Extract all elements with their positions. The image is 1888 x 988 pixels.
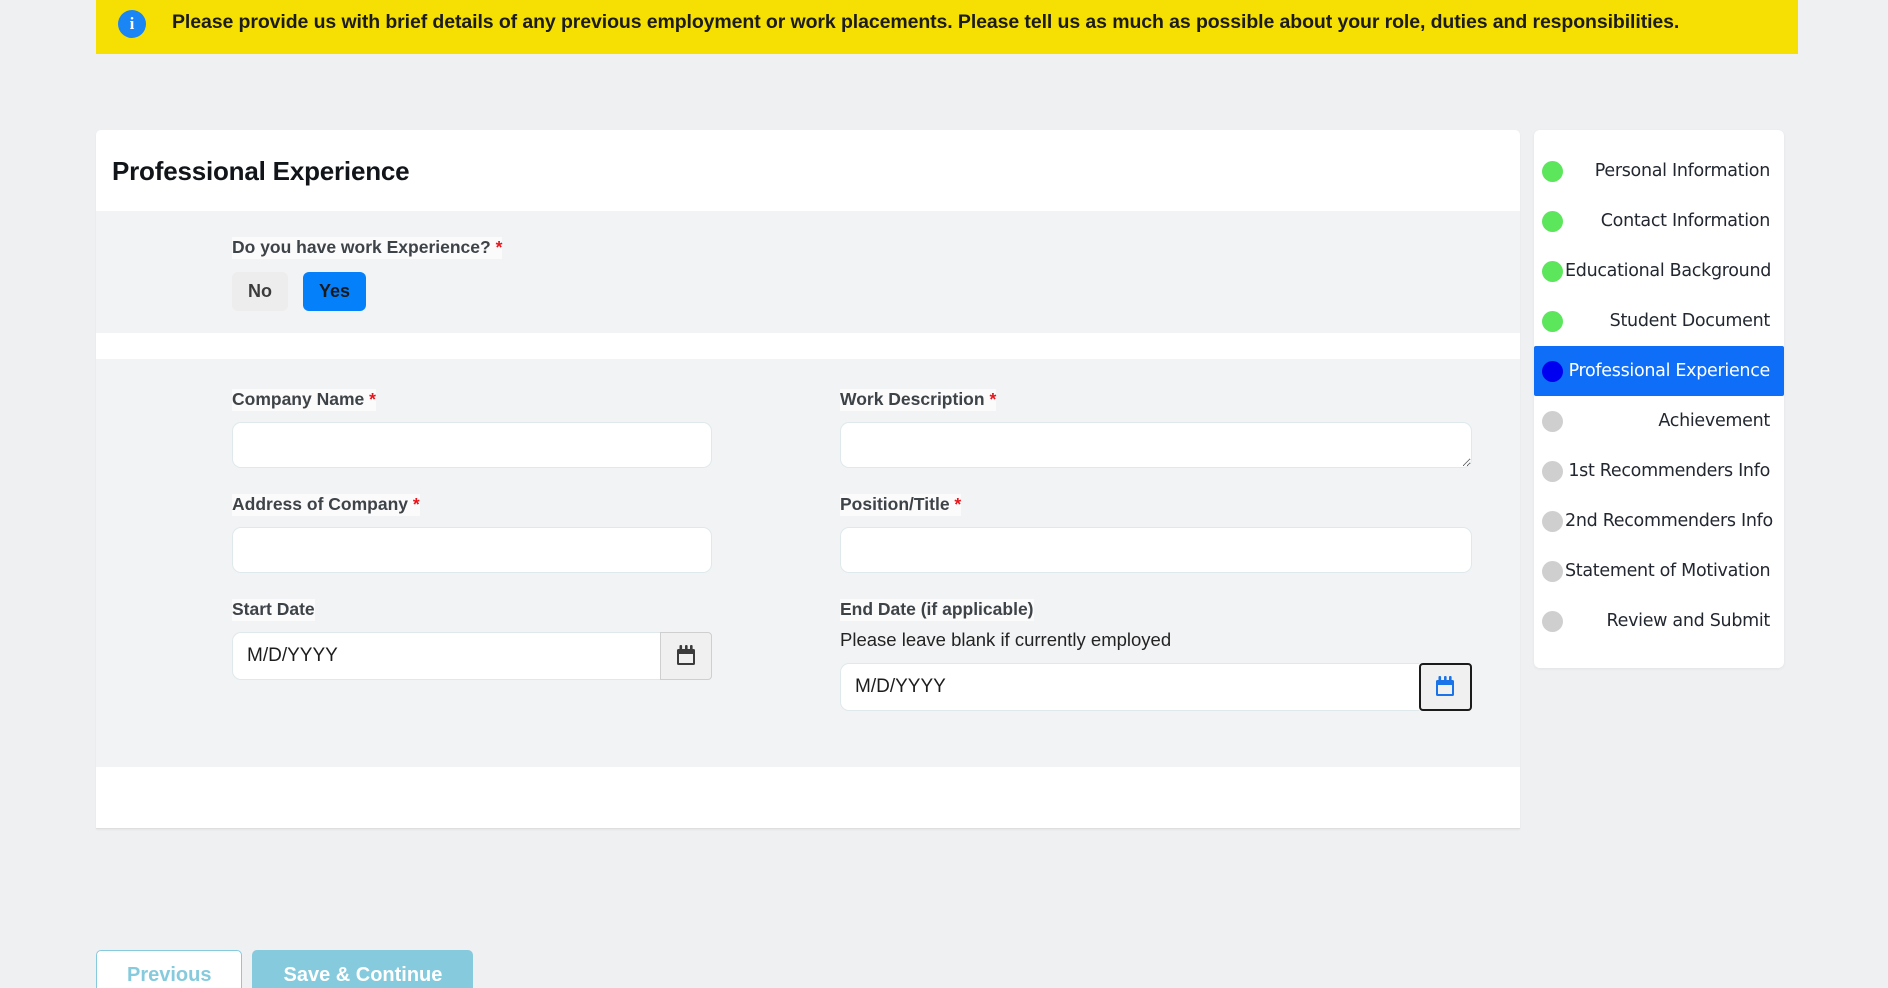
work-description-label: Work Description * [840, 388, 997, 411]
start-date-input[interactable] [232, 631, 661, 680]
calendar-icon [1436, 676, 1455, 697]
step-status-dot [1542, 460, 1563, 482]
form-action-buttons: Previous Save & Continue [96, 950, 474, 988]
end-date-calendar-button[interactable] [1418, 662, 1472, 711]
sidebar-step-label: 2nd Recommenders Info [1565, 511, 1773, 531]
info-banner-text: Please provide us with brief details of … [172, 11, 1680, 33]
sidebar-step-label: Statement of Motivation [1565, 561, 1771, 581]
position-title-label: Position/Title * [840, 493, 962, 516]
end-date-hint: Please leave blank if currently employed [840, 628, 1172, 650]
company-name-label: Company Name * [232, 388, 376, 411]
step-status-dot [1542, 560, 1563, 582]
start-date-group [232, 631, 712, 680]
start-date-field: Start Date [232, 598, 712, 680]
step-status-dot [1542, 610, 1563, 632]
form-col-left-2: Address of Company * [96, 493, 808, 599]
start-date-calendar-button[interactable] [660, 631, 712, 680]
work-experience-question-text: Do you have work Experience? [232, 237, 491, 257]
section-divider-band [96, 332, 1520, 359]
sidebar-step-label: 1st Recommenders Info [1568, 461, 1770, 481]
info-icon: i [118, 10, 146, 38]
sidebar-step-statement-of-motivation[interactable]: Statement of Motivation [1534, 546, 1784, 596]
card-bottom-band [96, 766, 1520, 829]
form-row-2: Address of Company * Position/Title * [96, 493, 1520, 599]
work-experience-question-label: Do you have work Experience? * [232, 237, 503, 259]
form-col-right-1: Work Description * [808, 388, 1520, 494]
required-asterisk: * [369, 388, 376, 409]
company-name-field: Company Name * [232, 388, 712, 468]
position-title-label-text: Position/Title [840, 493, 950, 514]
work-experience-question-section: Do you have work Experience? * No Yes [96, 211, 1520, 359]
start-date-label: Start Date [232, 598, 315, 621]
form-col-left-1: Company Name * [96, 388, 808, 494]
address-of-company-input[interactable] [232, 526, 712, 573]
work-description-label-text: Work Description [840, 388, 985, 409]
save-and-continue-button[interactable]: Save & Continue [252, 950, 474, 988]
sidebar-step-label: Achievement [1658, 411, 1770, 431]
step-status-dot [1542, 260, 1563, 282]
work-description-field: Work Description * [840, 388, 1472, 468]
card-header: Professional Experience [96, 130, 1520, 211]
required-asterisk: * [412, 493, 420, 514]
position-title-field: Position/Title * [840, 493, 1472, 573]
sidebar-step-2nd-recommenders-info[interactable]: 2nd Recommenders Info [1534, 496, 1784, 546]
required-asterisk: * [989, 388, 997, 409]
work-description-textarea[interactable] [840, 421, 1472, 468]
professional-experience-card: Professional Experience Do you have work… [96, 130, 1520, 829]
previous-button[interactable]: Previous [96, 950, 243, 988]
step-status-dot [1542, 510, 1563, 532]
sidebar-step-achievement[interactable]: Achievement [1534, 396, 1784, 446]
step-status-dot [1542, 360, 1563, 382]
address-of-company-label-text: Address of Company [232, 493, 408, 514]
company-name-label-text: Company Name [232, 388, 365, 409]
form-col-right-2: Position/Title * [808, 493, 1520, 599]
sidebar-step-label: Contact Information [1600, 211, 1771, 231]
address-of-company-field: Address of Company * [232, 493, 712, 573]
experience-form: Company Name * Work Description * Addres… [96, 359, 1520, 829]
required-asterisk: * [495, 237, 503, 257]
form-row-3: Start Date M/D/YYYY End Date (if applica… [96, 598, 1520, 737]
sidebar-step-1st-recommenders-info[interactable]: 1st Recommenders Info [1534, 446, 1784, 496]
required-asterisk: * [954, 493, 962, 514]
sidebar-step-label: Professional Experience [1568, 361, 1771, 381]
end-date-field: End Date (if applicable) Please leave bl… [840, 598, 1472, 711]
sidebar-step-educational-background[interactable]: Educational Background [1534, 246, 1784, 296]
end-date-input[interactable] [840, 662, 1419, 711]
sidebar-step-student-document[interactable]: Student Document [1534, 296, 1784, 346]
sidebar-step-personal-information[interactable]: Personal Information [1534, 146, 1784, 196]
application-form-page: i Please provide us with brief details o… [0, 0, 1888, 988]
address-of-company-label: Address of Company * [232, 493, 420, 516]
end-date-group [840, 662, 1472, 711]
step-status-dot [1542, 410, 1563, 432]
info-banner: i Please provide us with brief details o… [96, 0, 1798, 54]
sidebar-step-label: Personal Information [1594, 161, 1771, 181]
company-name-input[interactable] [232, 421, 712, 468]
sidebar-step-label: Student Document [1609, 311, 1771, 331]
sidebar-step-label: Educational Background [1565, 261, 1772, 281]
page-title: Professional Experience [112, 156, 410, 186]
sidebar-step-professional-experience[interactable]: Professional Experience [1534, 346, 1784, 396]
work-experience-yes-button[interactable]: Yes [303, 271, 367, 311]
end-date-label: End Date (if applicable) [840, 598, 1034, 621]
step-status-dot [1542, 210, 1563, 232]
calendar-icon [677, 645, 696, 665]
work-experience-no-button[interactable]: No [232, 271, 288, 311]
form-col-left-3: Start Date [96, 598, 808, 737]
form-row-1: Company Name * Work Description * [96, 388, 1520, 494]
position-title-input[interactable] [840, 526, 1472, 573]
step-status-dot [1542, 160, 1563, 182]
sidebar-step-label: Review and Submit [1606, 611, 1771, 631]
sidebar-step-contact-information[interactable]: Contact Information [1534, 196, 1784, 246]
form-col-right-3: End Date (if applicable) Please leave bl… [808, 598, 1520, 737]
progress-sidebar: Personal Information Contact Information… [1534, 130, 1784, 668]
step-status-dot [1542, 310, 1563, 332]
sidebar-step-review-and-submit[interactable]: Review and Submit [1534, 596, 1784, 646]
work-experience-toggle-group: No Yes [232, 271, 1520, 311]
